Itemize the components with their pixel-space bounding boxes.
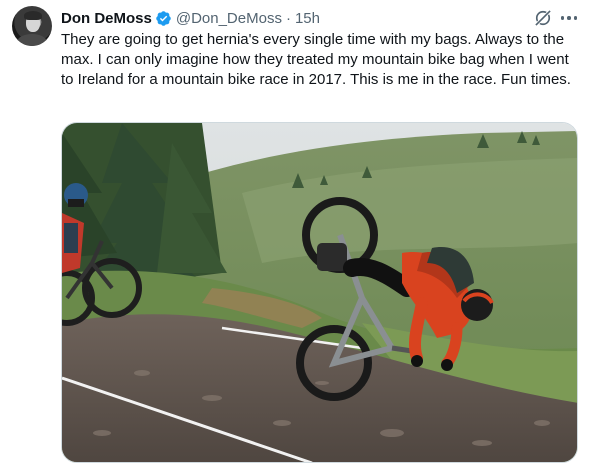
grok-icon[interactable] — [533, 8, 553, 28]
tweet-header: Don DeMoss @Don_DeMoss · 15h — [61, 8, 320, 28]
author-handle[interactable]: @Don_DeMoss — [176, 10, 282, 27]
mountain-bike-crash-photo — [62, 123, 577, 462]
tweet-photo[interactable] — [61, 122, 578, 463]
tweet[interactable]: Don DeMoss @Don_DeMoss · 15h They are go… — [0, 0, 595, 463]
author-display-name[interactable]: Don DeMoss — [61, 10, 152, 27]
more-options-icon[interactable] — [559, 8, 579, 28]
tweet-text: They are going to get hernia's every sin… — [61, 31, 571, 88]
profile-avatar[interactable] — [12, 6, 52, 46]
verified-badge-icon — [156, 10, 171, 26]
header-separator: · — [285, 9, 291, 27]
tweet-timestamp[interactable]: 15h — [295, 10, 320, 27]
